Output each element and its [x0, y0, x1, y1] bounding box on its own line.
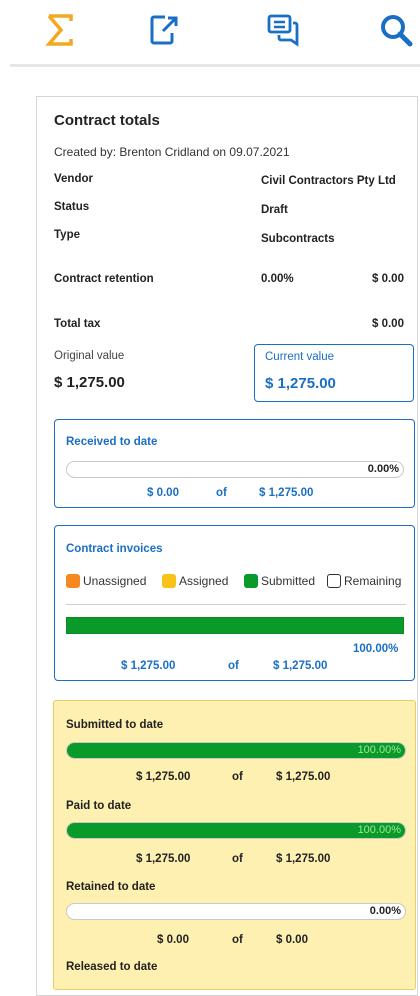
toolbar-divider	[10, 64, 420, 67]
legend-remaining-label: Remaining	[344, 574, 402, 588]
retained-progress-bar: 0.00%	[66, 903, 406, 920]
legend-assigned-swatch	[162, 574, 176, 588]
submitted-amount: $ 1,275.00	[136, 771, 191, 783]
legend-remaining: Remaining	[327, 574, 401, 588]
panel-title: Contract totals	[54, 112, 160, 129]
status-label: Status	[54, 201, 90, 213]
vendor-value: Civil Contractors Pty Ltd	[261, 175, 396, 187]
retained-percent: 0.00%	[369, 905, 401, 917]
invoices-progress-bar	[66, 617, 404, 634]
type-label: Type	[54, 229, 80, 241]
legend-submitted-label: Submitted	[261, 574, 316, 588]
original-value: $ 1,275.00	[54, 374, 125, 391]
received-label: Received to date	[66, 436, 158, 448]
legend-submitted: Submitted	[244, 574, 315, 588]
paid-total: $ 1,275.00	[276, 853, 331, 865]
invoices-total: $ 1,275.00	[273, 660, 328, 672]
received-amount: $ 0.00	[147, 487, 179, 499]
legend-submitted-swatch	[244, 574, 258, 588]
retention-percent: 0.00%	[261, 273, 294, 285]
submitted-label: Submitted to date	[66, 719, 164, 731]
current-value-label: Current value	[265, 351, 335, 363]
status-value: Draft	[261, 204, 288, 216]
created-by-text: Created by: Brenton Cridland on 09.07.20…	[54, 145, 290, 159]
retention-amount: $ 0.00	[372, 273, 404, 285]
submitted-progress-bar: 100.00%	[66, 742, 406, 759]
contract-invoices-box: Contract invoices 100.00% $ 1,275.00 of …	[54, 525, 415, 681]
paid-progress-fill	[67, 823, 405, 838]
invoices-of: of	[228, 660, 239, 672]
retention-label: Contract retention	[54, 273, 154, 285]
received-of: of	[216, 487, 227, 499]
invoices-label: Contract invoices	[66, 543, 163, 555]
legend-unassigned-swatch	[66, 574, 80, 588]
original-value-label: Original value	[54, 350, 125, 362]
legend-assigned-label: Assigned	[179, 574, 229, 588]
legend-remaining-swatch	[327, 574, 341, 588]
invoices-divider	[66, 604, 406, 605]
received-to-date-box: Received to date 0.00% $ 0.00 of $ 1,275…	[54, 419, 415, 508]
retained-label: Retained to date	[66, 881, 156, 893]
vendor-label: Vendor	[54, 173, 93, 185]
legend-assigned: Assigned	[162, 574, 228, 588]
legend-unassigned: Unassigned	[66, 574, 146, 588]
retained-total: $ 0.00	[276, 934, 308, 946]
total-tax-label: Total tax	[54, 318, 101, 330]
top-toolbar	[0, 0, 420, 67]
type-value: Subcontracts	[261, 233, 335, 245]
paid-of: of	[232, 853, 243, 865]
legend-unassigned-label: Unassigned	[83, 574, 147, 588]
received-total: $ 1,275.00	[259, 487, 314, 499]
current-value-box: Current value $ 1,275.00	[254, 344, 414, 402]
invoices-percent: 100.00%	[353, 643, 399, 655]
paid-percent: 100.00%	[357, 824, 401, 836]
paid-progress-bar: 100.00%	[66, 822, 406, 839]
submitted-progress-fill	[67, 743, 405, 758]
received-progress-bar: 0.00%	[66, 461, 404, 478]
total-tax-amount: $ 0.00	[372, 318, 404, 330]
current-value: $ 1,275.00	[265, 375, 336, 392]
chat-icon[interactable]	[264, 10, 304, 50]
search-icon[interactable]	[376, 10, 416, 50]
retained-of: of	[232, 934, 243, 946]
received-percent: 0.00%	[367, 463, 399, 475]
submitted-of: of	[232, 771, 243, 783]
retained-amount: $ 0.00	[157, 934, 189, 946]
invoices-amount: $ 1,275.00	[121, 660, 176, 672]
paid-label: Paid to date	[66, 800, 132, 812]
submitted-percent: 100.00%	[357, 744, 401, 756]
sigma-icon[interactable]	[40, 10, 80, 50]
submitted-total: $ 1,275.00	[276, 771, 331, 783]
released-label: Released to date	[66, 961, 158, 973]
export-document-icon[interactable]	[144, 10, 184, 50]
invoices-progress-fill	[67, 618, 403, 633]
paid-amount: $ 1,275.00	[136, 853, 191, 865]
